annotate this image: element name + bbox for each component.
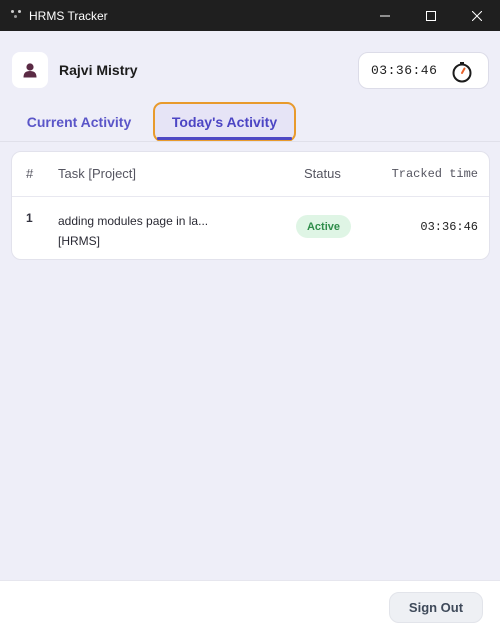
task-name: adding modules page in la... [58, 214, 209, 228]
timer-display: 03:36:46 [358, 52, 489, 89]
title-bar[interactable]: HRMS Tracker [0, 0, 500, 31]
table-header: # Task [Project] Status Tracked time [12, 152, 489, 197]
close-icon [472, 10, 482, 21]
avatar [12, 52, 48, 88]
row-number: 1 [26, 211, 33, 225]
tab-current-activity[interactable]: Current Activity [14, 103, 144, 141]
timer-value: 03:36:46 [371, 63, 438, 78]
header-number: # [26, 166, 34, 181]
maximize-icon [426, 10, 436, 21]
window-title: HRMS Tracker [29, 8, 108, 23]
footer: Sign Out [0, 580, 500, 626]
project-name: [HRMS] [58, 234, 100, 248]
row-tracked-time: 03:36:46 [420, 220, 478, 234]
tab-divider [0, 141, 500, 142]
minimize-icon [380, 15, 390, 16]
status-badge: Active [296, 215, 351, 238]
header-task: Task [Project] [58, 166, 137, 181]
app-icon [8, 8, 24, 24]
maximize-button[interactable] [408, 0, 454, 31]
active-tab-indicator [157, 137, 292, 140]
person-icon [23, 63, 37, 78]
tab-todays-activity[interactable]: Today's Activity [153, 102, 296, 142]
sign-out-button[interactable]: Sign Out [389, 592, 483, 623]
row-task: adding modules page in la... [HRMS] [58, 211, 278, 251]
activity-table: # Task [Project] Status Tracked time 1 a… [11, 151, 490, 260]
table-row[interactable]: 1 adding modules page in la... [HRMS] Ac… [12, 197, 489, 259]
close-button[interactable] [454, 0, 500, 31]
user-name: Rajvi Mistry [59, 62, 138, 78]
stopwatch-icon [452, 62, 472, 83]
main-panel: Rajvi Mistry 03:36:46 Current Activity T… [0, 31, 500, 580]
header-tracked-time: Tracked time [391, 167, 478, 181]
user-info: Rajvi Mistry [12, 52, 138, 88]
header-status: Status [304, 166, 341, 181]
window-controls [362, 0, 500, 31]
minimize-button[interactable] [362, 0, 408, 31]
